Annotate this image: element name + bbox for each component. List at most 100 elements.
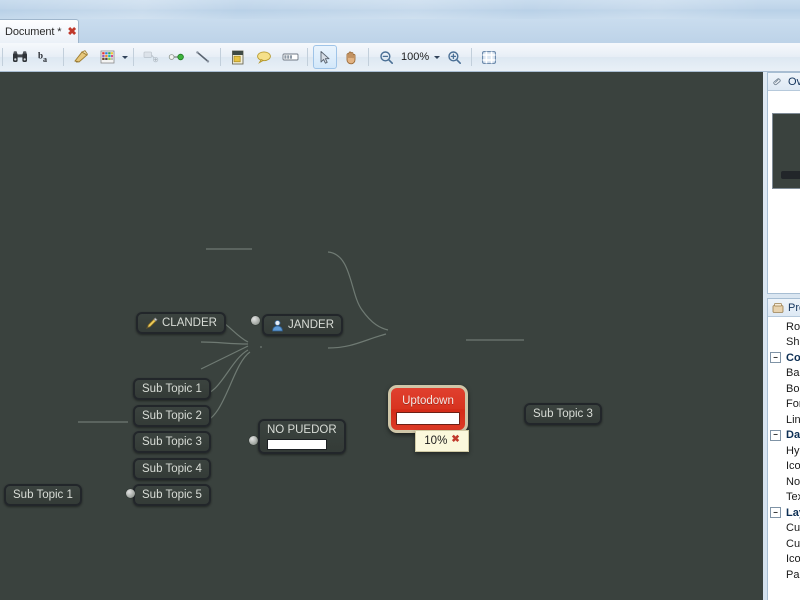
prop-foreground[interactable]: Foreground bbox=[768, 397, 800, 413]
prop-border-label: Border bbox=[786, 382, 800, 395]
node-sub-topic-left[interactable]: Sub Topic 1 bbox=[4, 484, 82, 506]
format-brush-button[interactable] bbox=[69, 45, 93, 69]
progress-tooltip[interactable]: 10% ✖ bbox=[415, 430, 469, 452]
color-palette-menu[interactable] bbox=[120, 46, 129, 68]
title-bar-gloss bbox=[0, 0, 800, 19]
node-uptodown[interactable]: Uptodown bbox=[388, 385, 468, 433]
node-sub-topic-3[interactable]: Sub Topic 3 bbox=[133, 431, 211, 453]
prop-hyperlink[interactable]: Hyperlink bbox=[768, 443, 800, 459]
prop-text-label: Text bbox=[786, 491, 800, 504]
tab-document-label: Document * bbox=[5, 26, 62, 38]
node-sub-topic-5[interactable]: Sub Topic 5 bbox=[133, 484, 211, 506]
fit-to-page-button[interactable] bbox=[477, 45, 501, 69]
group-colors[interactable]: − Colors bbox=[768, 350, 800, 366]
prop-shape[interactable]: Shape bbox=[768, 335, 800, 351]
chevron-down-icon bbox=[121, 55, 128, 59]
node-sub-topic-1-label: Sub Topic 1 bbox=[142, 383, 202, 395]
prop-foreground-label: Foreground bbox=[786, 398, 800, 411]
node-sub-topic-3-label: Sub Topic 3 bbox=[142, 436, 202, 448]
group-data[interactable]: − Data bbox=[768, 428, 800, 444]
close-icon[interactable]: ✖ bbox=[67, 26, 76, 38]
note-button[interactable] bbox=[226, 45, 250, 69]
overview-icon bbox=[772, 76, 784, 88]
line-tool-button[interactable] bbox=[191, 45, 215, 69]
node-clander-label: CLANDER bbox=[162, 317, 217, 329]
spell-check-button[interactable]: b a bbox=[34, 45, 58, 69]
prop-line[interactable]: Line bbox=[768, 412, 800, 428]
collapse-icon[interactable]: − bbox=[770, 429, 781, 441]
collapse-icon[interactable]: − bbox=[770, 352, 781, 364]
prop-icon-label: Icon bbox=[786, 460, 800, 473]
color-palette-icon bbox=[100, 50, 114, 64]
find-button[interactable] bbox=[8, 45, 32, 69]
prop-padding-label: Padding bbox=[786, 568, 800, 581]
prop-icon-layout[interactable]: Icon bbox=[768, 552, 800, 568]
tab-strip-background bbox=[78, 19, 800, 44]
toolbar-separator bbox=[2, 48, 3, 66]
chevron-down-icon bbox=[433, 55, 440, 59]
pan-tool-button[interactable] bbox=[339, 45, 363, 69]
node-no-puedor-label: NO PUEDOR bbox=[267, 424, 337, 436]
connector-dot-no-puedor[interactable] bbox=[249, 436, 258, 445]
relationship-icon bbox=[168, 53, 184, 61]
relationship-button[interactable] bbox=[165, 45, 189, 69]
prop-icon[interactable]: Icon bbox=[768, 459, 800, 475]
properties-panel-header: Properties bbox=[768, 299, 800, 317]
group-colors-label: Colors bbox=[786, 351, 800, 364]
pencil-icon bbox=[145, 317, 158, 330]
properties-panel[interactable]: Properties Rounded Shape − Colors Backgr… bbox=[767, 298, 800, 600]
group-layout[interactable]: − Layout bbox=[768, 505, 800, 521]
collapse-icon[interactable]: − bbox=[770, 507, 781, 519]
prop-custom-1[interactable]: Custom bbox=[768, 521, 800, 537]
prop-background[interactable]: Background bbox=[768, 366, 800, 382]
overview-panel-body[interactable] bbox=[768, 91, 800, 293]
callout-icon bbox=[257, 51, 271, 64]
node-sub-topic-1[interactable]: Sub Topic 1 bbox=[133, 378, 211, 400]
prop-border[interactable]: Border bbox=[768, 381, 800, 397]
zoom-in-button[interactable] bbox=[442, 45, 466, 69]
prop-note[interactable]: Note bbox=[768, 474, 800, 490]
node-sub-topic-right[interactable]: Sub Topic 3 bbox=[524, 403, 602, 425]
select-tool-button[interactable] bbox=[313, 45, 337, 69]
person-icon bbox=[271, 319, 284, 332]
zoom-out-button[interactable] bbox=[374, 45, 398, 69]
node-jander-label: JANDER bbox=[288, 319, 335, 331]
insert-node-button[interactable] bbox=[139, 45, 163, 69]
minimap[interactable] bbox=[772, 113, 800, 189]
tab-document[interactable]: Document * ✖ bbox=[0, 19, 79, 44]
node-clander[interactable]: CLANDER bbox=[136, 312, 226, 334]
svg-text:a: a bbox=[43, 55, 47, 64]
prop-rounded[interactable]: Rounded bbox=[768, 319, 800, 335]
node-sub-topic-right-label: Sub Topic 3 bbox=[533, 408, 593, 420]
brush-icon bbox=[74, 50, 88, 63]
prop-custom-2-label: Custom bbox=[786, 537, 800, 550]
prop-note-label: Note bbox=[786, 475, 800, 488]
binoculars-icon bbox=[13, 51, 27, 62]
progress-bar-icon bbox=[282, 53, 298, 61]
close-icon[interactable]: ✖ bbox=[451, 435, 459, 445]
progress-button[interactable] bbox=[278, 45, 302, 69]
mindmap-canvas[interactable]: CLANDER JANDER Sub Topic 1 Sub Topic 2 S… bbox=[0, 72, 763, 600]
spell-check-icon: b a bbox=[38, 51, 47, 65]
zoom-level-dropdown[interactable] bbox=[432, 46, 441, 68]
color-palette-button[interactable] bbox=[95, 45, 119, 69]
callout-button[interactable] bbox=[252, 45, 276, 69]
prop-rounded-label: Rounded bbox=[786, 320, 800, 333]
properties-panel-title: Properties bbox=[788, 301, 800, 314]
toolbar-separator bbox=[307, 48, 308, 66]
connector-dot-sub-topic-5[interactable] bbox=[126, 489, 135, 498]
node-sub-topic-4[interactable]: Sub Topic 4 bbox=[133, 458, 211, 480]
prop-icon-layout-label: Icon bbox=[786, 553, 800, 566]
toolbar-separator bbox=[220, 48, 221, 66]
zoom-level-label: 100% bbox=[401, 51, 430, 63]
node-sub-topic-2-label: Sub Topic 2 bbox=[142, 410, 202, 422]
prop-padding[interactable]: Padding bbox=[768, 567, 800, 583]
node-sub-topic-2[interactable]: Sub Topic 2 bbox=[133, 405, 211, 427]
node-jander[interactable]: JANDER bbox=[262, 314, 344, 336]
overview-panel[interactable]: Overview bbox=[767, 72, 800, 294]
prop-custom-2[interactable]: Custom bbox=[768, 536, 800, 552]
connector-dot-jander[interactable] bbox=[251, 316, 260, 325]
prop-text[interactable]: Text bbox=[768, 490, 800, 506]
node-no-puedor[interactable]: NO PUEDOR bbox=[258, 419, 346, 454]
properties-list[interactable]: Rounded Shape − Colors Background Border… bbox=[768, 317, 800, 600]
